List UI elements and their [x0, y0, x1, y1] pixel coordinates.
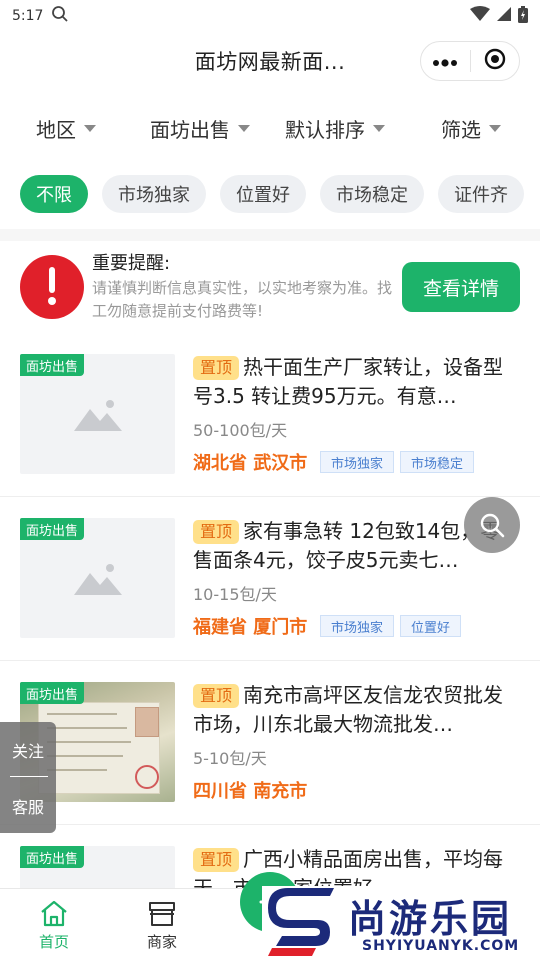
search-status-icon: [51, 5, 69, 27]
shop-icon: [149, 902, 175, 926]
customer-service-button[interactable]: 客服: [12, 794, 44, 818]
section-divider: [0, 229, 540, 241]
listing-location: 湖北省 武汉市: [193, 453, 308, 474]
pinned-tag: 置顶: [193, 356, 240, 380]
listing-location: 四川省 南充市: [193, 781, 308, 802]
category-badge: 面坊出售: [20, 846, 85, 868]
more-menu-button[interactable]: [421, 42, 470, 80]
floating-search-button[interactable]: [464, 497, 520, 553]
listing-card[interactable]: 面坊出售 置顶 南充市高坪区友信龙农贸批发市场，川东北最大物流批发… 5-10包/…: [0, 661, 540, 825]
status-time: 5:17: [12, 8, 44, 24]
listing-title-text: 广西小精品面房出售，平均每天…市场独家位置好…: [193, 847, 504, 888]
tab-label: 商家: [146, 933, 177, 951]
listing-output: 5-10包/天: [193, 749, 267, 768]
status-bar: 5:17: [0, 0, 540, 32]
category-badge: 面坊出售: [20, 518, 85, 540]
pinned-tag: 置顶: [193, 520, 240, 544]
more-dots-icon: [432, 52, 458, 71]
listing-chips: 市场独家 市场稳定: [320, 451, 475, 473]
category-badge: 面坊出售: [20, 682, 85, 704]
listing-title-text: 南充市高坪区友信龙农贸批发市场，川东北最大物流批发…: [193, 683, 504, 736]
status-icons: [470, 5, 528, 27]
feature-chip: 位置好: [400, 615, 462, 637]
listing-title: 置顶 广西小精品面房出售，平均每天…市场独家位置好…: [193, 845, 520, 888]
notice-title: 重要提醒:: [92, 253, 171, 274]
filter-screen[interactable]: 筛选: [441, 114, 501, 143]
feature-chip: 市场稳定: [400, 451, 475, 473]
tab-home[interactable]: 首页: [24, 899, 84, 952]
tag-good-location[interactable]: 位置好: [220, 175, 306, 213]
listing-thumbnail: 面坊出售: [20, 354, 175, 474]
brand-logo-icon: [268, 888, 334, 956]
side-tab-divider: [10, 776, 48, 777]
exclamation-icon: [20, 255, 84, 319]
filter-label: 面坊出售: [150, 118, 230, 142]
watermark-brand: 尚游乐园: [348, 897, 513, 941]
title-bar: 面坊网最新面...: [0, 32, 540, 90]
battery-icon: [518, 5, 528, 27]
dropdown-arrow-icon: [373, 125, 385, 132]
signal-icon: [496, 6, 512, 26]
pinned-tag: 置顶: [193, 684, 240, 708]
filter-region[interactable]: 地区: [36, 114, 96, 143]
notice-banner: 重要提醒: 请谨慎判断信息真实性，以实地考察为准。找工勿随意提前支付路费等! 查…: [0, 241, 540, 333]
listing-card[interactable]: 面坊出售 置顶 家有事急转 12包致14包，零售面条4元，饺子皮5元卖七… 10-…: [0, 497, 540, 661]
site-watermark: 尚游乐园 SHYIYUANYK.COM: [262, 886, 540, 960]
category-badge: 面坊出售: [20, 354, 85, 376]
search-icon: [480, 513, 505, 538]
dropdown-arrow-icon: [84, 125, 96, 132]
filter-label: 筛选: [441, 118, 481, 142]
target-close-icon: [484, 48, 506, 74]
listing-thumbnail: 面坊出售: [20, 846, 175, 888]
mini-program-capsule: [420, 41, 520, 81]
listing-list: 面坊出售 置顶 热干面生产厂家转让，设备型号3.5 转让费95万元。有意… 50-…: [0, 333, 540, 888]
listing-title: 置顶 南充市高坪区友信龙农贸批发市场，川东北最大物流批发…: [193, 681, 520, 739]
tab-label: 首页: [38, 933, 69, 951]
image-placeholder-icon: [73, 564, 122, 595]
dropdown-arrow-icon: [489, 125, 501, 132]
tag-all[interactable]: 不限: [20, 175, 88, 213]
pinned-tag: 置顶: [193, 848, 240, 872]
feature-chip: 市场独家: [320, 451, 395, 473]
filter-label: 地区: [36, 118, 76, 142]
notice-body: 请谨慎判断信息真实性，以实地考察为准。找工勿随意提前支付路费等!: [92, 279, 393, 320]
listing-title-text: 热干面生产厂家转让，设备型号3.5 转让费95万元。有意…: [193, 355, 504, 408]
filter-bar: 地区 面坊出售 默认排序 筛选: [0, 96, 540, 158]
follow-button[interactable]: 关注: [12, 738, 44, 762]
listing-card[interactable]: 面坊出售 置顶 热干面生产厂家转让，设备型号3.5 转让费95万元。有意… 50-…: [0, 333, 540, 497]
image-placeholder-icon: [73, 400, 122, 431]
listing-location: 福建省 厦门市: [193, 617, 308, 638]
listing-thumbnail: 面坊出售: [20, 518, 175, 638]
tab-merchant[interactable]: 商家: [132, 899, 192, 952]
filter-category[interactable]: 面坊出售: [150, 114, 250, 143]
listing-title-text: 家有事急转 12包致14包，零售面条4元，饺子皮5元卖七…: [193, 519, 501, 572]
view-details-button[interactable]: 查看详情: [402, 262, 520, 312]
side-action-tab: 关注 客服: [0, 722, 56, 833]
tag-exclusive[interactable]: 市场独家: [102, 175, 206, 213]
watermark-domain: SHYIYUANYK.COM: [362, 938, 520, 954]
filter-label: 默认排序: [285, 118, 365, 142]
close-program-button[interactable]: [471, 42, 520, 80]
tag-stable-market[interactable]: 市场稳定: [320, 175, 424, 213]
wifi-icon: [470, 6, 490, 26]
home-icon: [41, 900, 67, 927]
tag-licensed[interactable]: 证件齐: [438, 175, 524, 213]
filter-sort[interactable]: 默认排序: [285, 114, 385, 143]
feature-chip: 市场独家: [320, 615, 395, 637]
license-photo: [38, 702, 160, 794]
page-title: 面坊网最新面...: [194, 50, 346, 74]
tag-filter-row: 不限 市场独家 位置好 市场稳定 证件齐: [20, 175, 540, 215]
listing-title: 置顶 热干面生产厂家转让，设备型号3.5 转让费95万元。有意…: [193, 353, 520, 411]
listing-output: 10-15包/天: [193, 585, 277, 604]
listing-output: 50-100包/天: [193, 421, 288, 440]
dropdown-arrow-icon: [238, 125, 250, 132]
listing-chips: 市场独家 位置好: [320, 615, 462, 637]
